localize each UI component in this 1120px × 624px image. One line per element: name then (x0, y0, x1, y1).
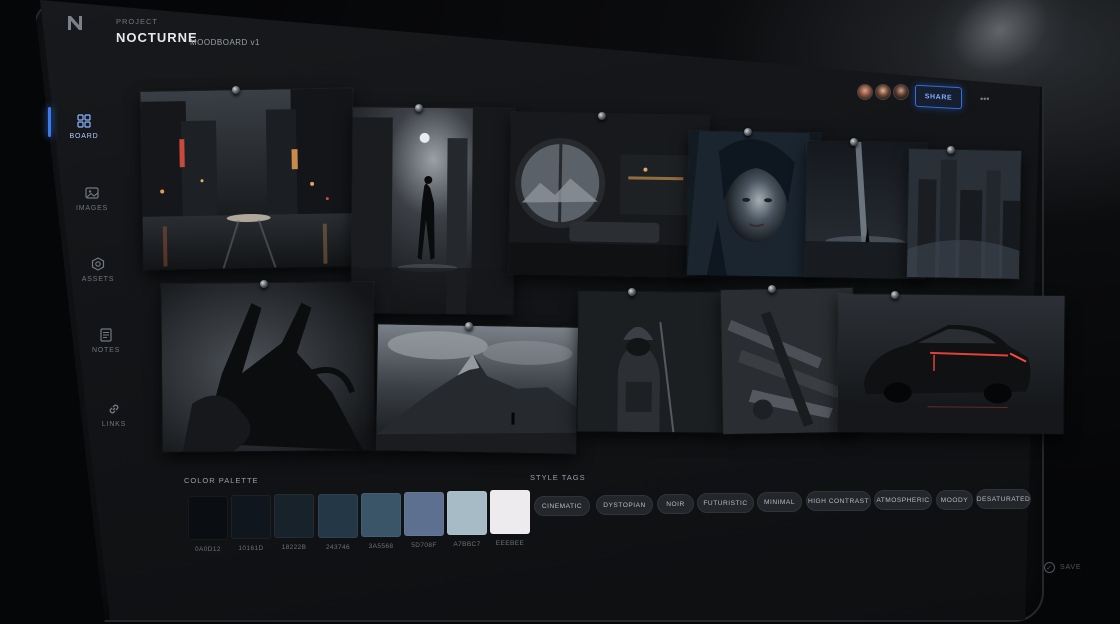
color-swatch[interactable] (404, 492, 444, 536)
moodboard-image-interior[interactable] (508, 112, 710, 278)
swatch-code: A7BBC7 (453, 541, 481, 548)
swatch-code: 0A0D12 (195, 546, 221, 553)
pin (628, 288, 636, 296)
app-scene: PROJECT NOCTURNE MOODBOARD v1 SHARE ••• … (0, 0, 1120, 624)
notes-icon (100, 328, 112, 342)
sidebar-item-assets[interactable]: ASSETS (68, 257, 128, 283)
check-icon: ✓ (1044, 562, 1055, 573)
ellipsis-icon[interactable]: ••• (980, 94, 989, 104)
style-tag[interactable]: ATMOSPHERIC (874, 490, 932, 510)
moodboard-image-mountain[interactable] (375, 324, 579, 454)
pin (891, 291, 899, 299)
moodboard-image-lone-figure[interactable] (351, 107, 515, 315)
avatar[interactable] (893, 84, 909, 100)
active-indicator (48, 107, 51, 137)
pin (232, 86, 240, 94)
style-tag[interactable]: MINIMAL (757, 492, 802, 512)
sidebar-item-label: LINKS (101, 421, 127, 428)
style-tags-label: STYLE TAGS (530, 473, 586, 482)
save-button[interactable]: ✓ SAVE (1044, 562, 1081, 573)
link-icon (109, 404, 119, 414)
pin (598, 112, 606, 120)
sidebar-item-notes[interactable]: NOTES (76, 328, 136, 354)
style-tag[interactable]: NOIR (657, 494, 694, 514)
color-swatch[interactable] (274, 494, 314, 538)
pin (465, 322, 473, 330)
sidebar-item-label: BOARD (69, 133, 99, 140)
image-icon (85, 187, 99, 199)
color-swatch[interactable] (188, 496, 228, 540)
style-tag[interactable]: FUTURISTIC (697, 493, 754, 513)
swatch-code: 5D708F (411, 542, 437, 549)
style-tag[interactable]: DYSTOPIAN (596, 495, 653, 515)
style-tag[interactable]: HIGH CONTRAST (806, 491, 871, 511)
pin (947, 146, 955, 154)
swatch-code: 10161D (238, 545, 264, 552)
swatch-code: 18222B (281, 544, 307, 551)
pin (744, 128, 752, 136)
sidebar-item-label: NOTES (91, 347, 121, 354)
sidebar-item-label: ASSETS (81, 276, 115, 283)
color-swatch[interactable] (361, 493, 401, 537)
moodboard-image-sports-car[interactable] (837, 294, 1065, 434)
share-button[interactable]: SHARE (915, 84, 962, 110)
color-swatch[interactable] (318, 494, 358, 538)
n-logo-icon[interactable] (66, 14, 84, 34)
sidebar-item-links[interactable]: LINKS (84, 402, 144, 428)
pin (415, 104, 423, 112)
avatar[interactable] (857, 84, 873, 100)
moodboard-image-towers[interactable] (906, 149, 1022, 279)
color-swatch[interactable] (447, 491, 487, 535)
hexagon-icon (91, 257, 105, 271)
style-tag[interactable]: DESATURATED (976, 489, 1031, 509)
pin (768, 285, 776, 293)
sidebar-item-images[interactable]: IMAGES (62, 186, 122, 212)
moodboard-image-dark-structure[interactable] (161, 282, 375, 452)
collaborator-avatars[interactable] (857, 84, 911, 100)
project-subtitle: MOODBOARD v1 (190, 38, 261, 47)
swatch-code: 3A5568 (368, 543, 394, 550)
swatch-code: EEEBEE (495, 540, 525, 547)
moodboard-image-samurai[interactable] (577, 291, 725, 433)
sidebar-item-board[interactable]: BOARD (54, 114, 114, 140)
style-tag[interactable]: MOODY (936, 490, 973, 510)
save-label: SAVE (1060, 564, 1082, 571)
moodboard-image-city-street[interactable] (140, 88, 356, 270)
grid-icon (77, 114, 91, 128)
project-label: PROJECT (116, 17, 159, 26)
avatar[interactable] (875, 84, 891, 100)
sidebar-item-label: IMAGES (75, 205, 109, 212)
moodboard-image-wreckage[interactable] (720, 287, 856, 435)
project-title: NOCTURNE (116, 30, 198, 45)
color-swatch[interactable] (231, 495, 271, 539)
swatch-code: 243746 (325, 544, 351, 551)
pin (260, 280, 268, 288)
color-swatch[interactable] (490, 490, 530, 534)
pin (850, 138, 858, 146)
color-palette-label: COLOR PALETTE (184, 476, 259, 485)
moodboard-image-portrait[interactable] (686, 130, 822, 278)
style-tag[interactable]: CINEMATIC (534, 496, 590, 516)
